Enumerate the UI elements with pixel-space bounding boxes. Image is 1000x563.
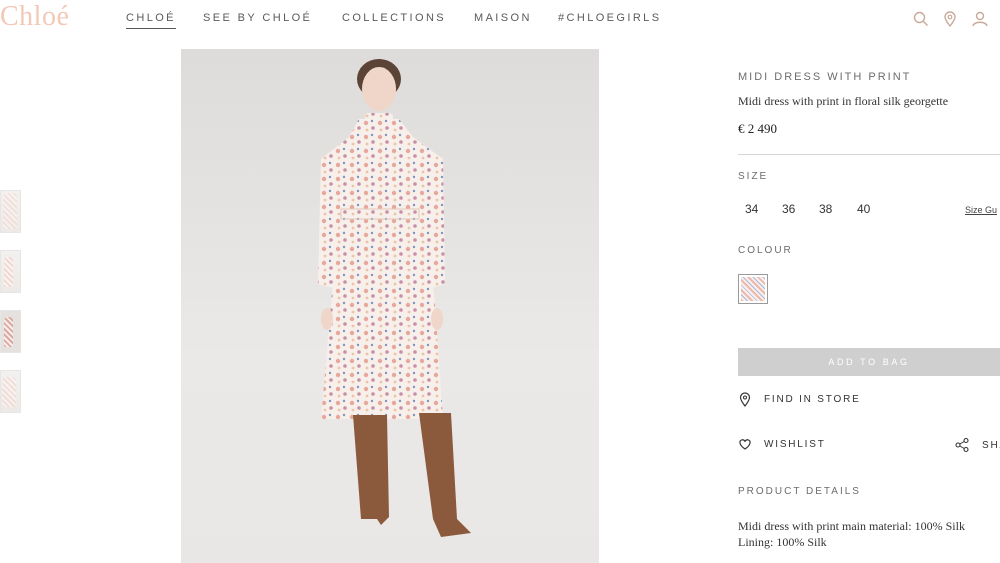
wishlist-button[interactable]: WISHLIST [738, 437, 826, 451]
location-pin-icon[interactable] [941, 10, 959, 28]
product-title: MIDI DRESS WITH PRINT [738, 71, 912, 83]
find-in-store-link[interactable]: FIND IN STORE [738, 391, 861, 407]
product-price: € 2 490 [738, 121, 777, 136]
product-thumbnail[interactable] [0, 190, 21, 233]
product-details-material: Midi dress with print main material: 100… [738, 519, 965, 533]
brand-logo[interactable]: Chloé [0, 0, 69, 34]
wishlist-label: WISHLIST [764, 438, 826, 450]
size-option-36[interactable]: 36 [782, 202, 795, 216]
search-icon[interactable] [912, 10, 930, 28]
location-pin-icon [739, 392, 751, 407]
nav-item-collections[interactable]: COLLECTIONS [342, 12, 446, 24]
size-guide-link[interactable]: Size Gu [965, 205, 997, 215]
product-thumbnail[interactable] [0, 250, 21, 293]
product-details-label: PRODUCT DETAILS [738, 486, 861, 497]
product-details-lining: Lining: 100% Silk [738, 535, 827, 549]
nav-item-chloegirls[interactable]: #CHLOEGIRLS [558, 12, 661, 24]
size-option-40[interactable]: 40 [857, 202, 870, 216]
heart-icon [739, 439, 751, 450]
size-label: SIZE [738, 171, 769, 182]
product-image[interactable] [181, 49, 599, 563]
divider [738, 154, 1000, 155]
share-icon [955, 437, 969, 453]
share-button[interactable]: SHA [954, 437, 1000, 453]
nav-item-chloe[interactable]: CHLOÉ [126, 12, 176, 29]
colour-swatch[interactable] [738, 274, 768, 304]
add-to-bag-button[interactable]: ADD TO BAG [738, 348, 1000, 376]
find-in-store-label: FIND IN STORE [764, 393, 861, 405]
nav-item-maison[interactable]: MAISON [474, 12, 532, 24]
size-option-34[interactable]: 34 [745, 202, 758, 216]
product-thumbnail[interactable] [0, 370, 21, 413]
account-icon[interactable] [971, 10, 989, 28]
colour-label: COLOUR [738, 245, 793, 256]
product-subtitle: Midi dress with print in floral silk geo… [738, 94, 949, 108]
share-label: SHA [982, 439, 1000, 451]
product-thumbnail[interactable] [0, 310, 21, 353]
model-dress-illustration [318, 59, 471, 537]
nav-item-see-by-chloe[interactable]: SEE BY CHLOÉ [203, 12, 312, 24]
size-option-38[interactable]: 38 [819, 202, 832, 216]
